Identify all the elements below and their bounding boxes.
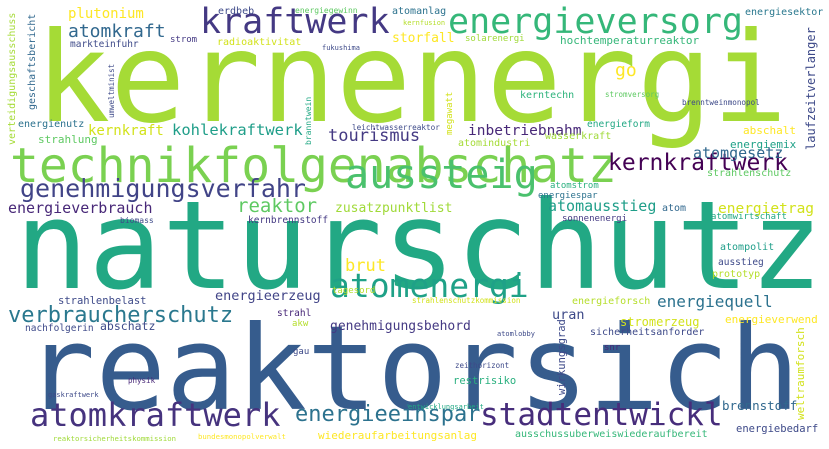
word-kerntechn: kerntechn: [520, 90, 575, 102]
word-genehmigungsbehord: genehmigungsbehord: [330, 319, 471, 335]
word-sicherheitsanforder: sicherheitsanforder: [590, 327, 705, 339]
word-cloud: kernenergi naturschutz reaktorsich technikf…: [0, 0, 829, 449]
word-energiebedarf: energiebedarf: [736, 422, 819, 435]
word-uran: uran: [552, 307, 585, 324]
word-reaktorsicherheitskommission: reaktorsicherheitskommission: [53, 433, 177, 443]
word-kohlekraftwerk: kohlekraftwerk: [172, 121, 303, 139]
word-plutonium: plutonium: [68, 5, 144, 22]
word-kernkraft: kernkraft: [88, 122, 164, 139]
word-atomindustri: atomindustri: [458, 138, 531, 150]
word-energiequell: energiequell: [657, 291, 773, 311]
word-zeithorizont: zeithorizont: [455, 360, 510, 370]
word-tourismus: tourismus: [328, 126, 421, 147]
word-geschaftsbericht: geschaftsbericht: [27, 13, 38, 110]
word-energieform: energieform: [587, 119, 650, 131]
word-go: go: [615, 59, 637, 81]
word-energiesektor: energiesektor: [745, 7, 824, 19]
word-ausschussuberweiswiederaufbereit: ausschussuberweiswiederaufbereit: [515, 429, 708, 441]
word-aussteig: aussteig: [345, 151, 538, 198]
word-energieerzeug: energieerzeug: [215, 288, 321, 305]
word-energieverbrauch: energieverbrauch: [8, 199, 153, 218]
word-kernfusion: kernfusion: [403, 18, 446, 27]
word-atomkraft: atomkraft: [68, 20, 166, 42]
word-atomausstieg: atomausstieg: [548, 197, 657, 216]
word-tagesord: tagesord: [332, 285, 376, 296]
word-megawatt: megawatt: [445, 91, 455, 135]
word-restrisiko: restrisiko: [453, 374, 517, 387]
word-abschalt: abschalt: [743, 123, 796, 137]
word-stadtentwickl: stadtentwickl: [480, 397, 723, 434]
word-strahlenbelast: strahlenbelast: [58, 294, 147, 307]
word-atomkraftwerk: atomkraftwerk: [30, 396, 281, 435]
word-energieverwend: energieverwend: [725, 312, 818, 326]
word-energiegewinn: energiegewinn: [295, 6, 358, 16]
word-biomass: biomass: [120, 216, 154, 226]
word-brennstoff: brennstoff: [722, 397, 798, 413]
word-akw: akw: [292, 318, 309, 329]
word-reaktor: reaktor: [237, 194, 318, 217]
word-hochtemperaturreaktor: hochtemperaturreaktor: [560, 33, 700, 47]
word-atomstrom: atomstrom: [550, 180, 599, 191]
word-erdbeb: erdbeb: [218, 6, 255, 18]
word-atomlobby: atomlobby: [497, 329, 535, 338]
word-atomanlag: atomanlag: [392, 6, 447, 18]
word-brut: brut: [345, 256, 386, 277]
word-strahlenschutz: strahlenschutz: [707, 168, 792, 180]
word-strahl: strahl: [277, 308, 312, 320]
word-energienutz: energienutz: [18, 119, 85, 131]
word-umweltminist: umweltminist: [107, 63, 116, 118]
word-branntwein: branntwein: [304, 96, 313, 145]
word-stromversorg: stromversorg: [605, 89, 660, 99]
word-sonnenenergi: sonnenenergi: [562, 213, 628, 224]
word-kernbrennstoff: kernbrennstoff: [248, 215, 329, 227]
word-prototyp: prototyp: [712, 269, 761, 281]
word-wiederaufarbeitungsanlag: wiederaufarbeitungsanlag: [318, 428, 477, 442]
word-strahlenschutzkommission: strahlenschutzkommission: [412, 295, 521, 305]
word-strom: strom: [170, 34, 198, 45]
word-atomwirtschaft: atomwirtschaft: [711, 211, 787, 222]
word-atompolit: atompolit: [720, 242, 775, 254]
word-nachfolgerin: nachfolgerin: [25, 323, 94, 335]
word-atomgesetz: atomgesetz: [693, 144, 784, 163]
word-energieforsch: energieforsch: [572, 296, 651, 308]
word-bundesmonopolverwalt: bundesmonopolverwalt: [198, 431, 286, 441]
word-laufzeitverlanger: laufzeitverlanger: [804, 27, 818, 150]
word-storfall: storfall: [392, 31, 455, 47]
word-gau: gau: [293, 346, 310, 357]
word-zusatzpunktlist: zusatzpunktlist: [335, 201, 453, 217]
word-abschatz: abschatz: [100, 319, 156, 334]
word-brenntweinmonopol: brenntweinmonopol: [682, 97, 760, 107]
word-wasserkraft: wasserkraft: [545, 131, 612, 143]
word-solarenergi: solarenergi: [465, 33, 525, 44]
word-entwicklungsarbeit: entwicklungsarbeit: [408, 402, 484, 411]
word-physik: physik: [128, 375, 156, 385]
word-verteidigungsausschuss: verteidigungsausschuss: [7, 12, 18, 145]
word-radioaktivitat: radioaktivitat: [217, 37, 302, 49]
word-snr: snr: [604, 342, 621, 353]
word-wirkungsgrad: wirkungsgrad: [556, 319, 568, 395]
word-gaskraftwerk: gaskraftwerk: [48, 390, 99, 399]
word-fukushima: fukushima: [322, 43, 360, 52]
word-markteinfuhr: markteinfuhr: [70, 39, 139, 51]
word-atom: atom: [662, 203, 687, 215]
word-ausstieg: ausstieg: [718, 257, 764, 269]
